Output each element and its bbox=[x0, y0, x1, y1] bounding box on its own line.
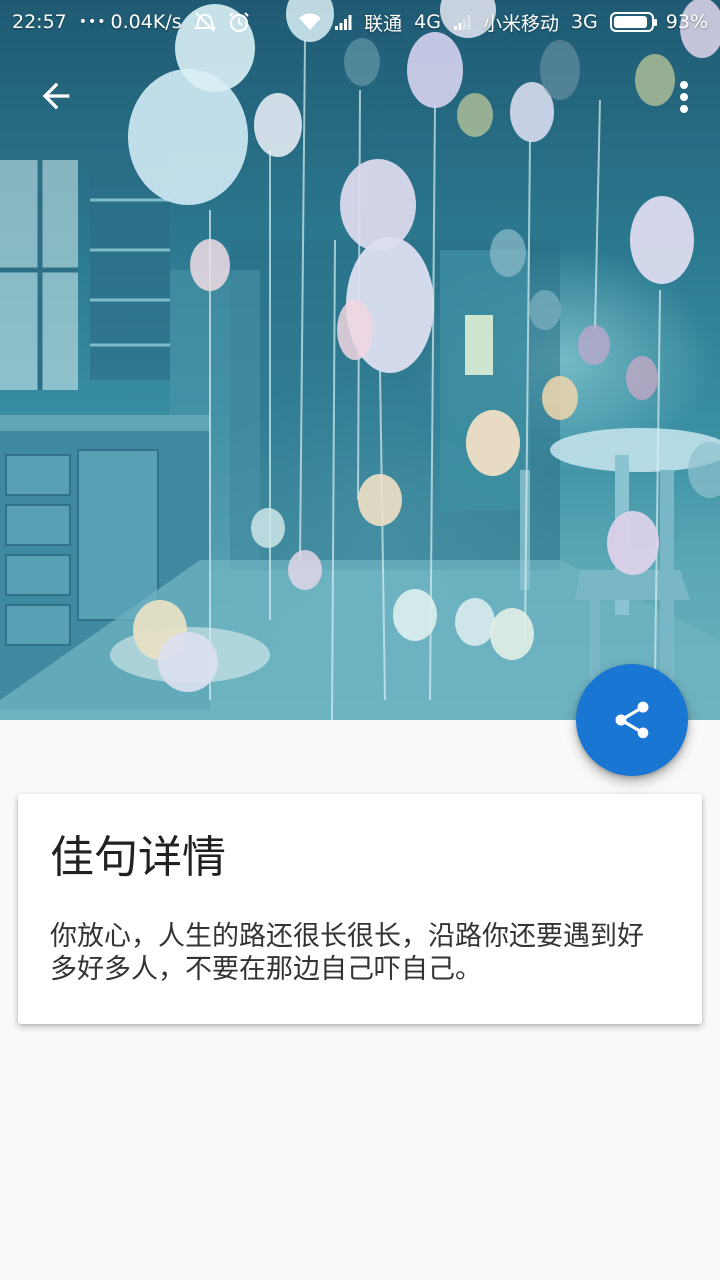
battery-percent: 93% bbox=[665, 11, 708, 33]
balloon-kitchen-illustration bbox=[0, 0, 720, 720]
status-bar-left: 22:57 ••• 0.04K/s bbox=[12, 11, 250, 33]
status-bar-right: 联通 4G 小米移动 3G 93% bbox=[298, 9, 708, 36]
hero-image bbox=[0, 0, 720, 720]
signal-icon-2 bbox=[453, 13, 471, 31]
arrow-back-icon bbox=[42, 82, 70, 110]
network-2: 3G bbox=[570, 11, 598, 33]
status-time: 22:57 bbox=[12, 11, 67, 33]
screen: 22:57 ••• 0.04K/s 联通 4G 小米移动 3G 93% 佳句详情… bbox=[0, 0, 720, 1280]
card-title: 佳句详情 bbox=[50, 832, 226, 883]
network-1: 4G bbox=[414, 11, 441, 33]
carrier-1: 联通 bbox=[364, 12, 403, 35]
alarm-icon bbox=[228, 11, 250, 33]
battery-level bbox=[613, 16, 648, 28]
carrier-2: 小米移动 bbox=[482, 12, 559, 35]
wifi-icon bbox=[298, 12, 322, 32]
status-dots: ••• bbox=[78, 14, 107, 30]
more-options-button[interactable] bbox=[666, 70, 702, 124]
quote-text: 你放心，人生的路还很长很长，沿路你还要遇到好多好多人，不要在那边自己吓自己。 bbox=[50, 921, 644, 985]
share-button[interactable] bbox=[576, 664, 688, 776]
status-bar: 22:57 ••• 0.04K/s 联通 4G 小米移动 3G 93% bbox=[0, 0, 720, 44]
quote-detail-card: 佳句详情 你放心，人生的路还很长很长，沿路你还要遇到好多好多人，不要在那边自己吓… bbox=[18, 794, 702, 1024]
signal-icon-1 bbox=[334, 13, 352, 31]
status-speed: 0.04K/s bbox=[110, 11, 182, 33]
no-disturb-icon bbox=[193, 11, 216, 33]
share-icon bbox=[615, 701, 649, 739]
battery-icon bbox=[609, 12, 657, 32]
more-vert-icon bbox=[680, 81, 688, 113]
back-button[interactable] bbox=[26, 66, 86, 126]
